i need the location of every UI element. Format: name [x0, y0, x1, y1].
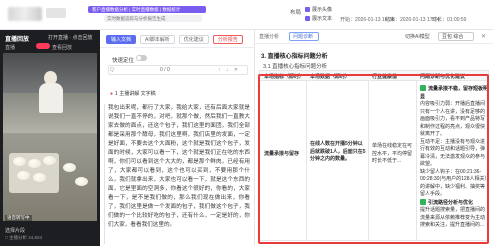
analysis-toolbar: 直播分析 问题诊断 切换AI模型 豆包 综合 ✕: [255, 30, 493, 44]
logo: [8, 7, 42, 21]
video-player[interactable]: [3, 53, 97, 221]
bun-image: [75, 177, 88, 186]
bun-image: [28, 159, 41, 168]
locate-toggle[interactable]: [136, 55, 147, 61]
anchor-stats: □ 主播分析 24,824: [5, 235, 42, 240]
live-label: 直播: [5, 45, 16, 51]
panel-subtitle[interactable]: 打开直播 · 点击回放: [48, 34, 92, 41]
live-badge: [36, 43, 50, 49]
bun-image: [17, 171, 30, 180]
option-label: 展示头像: [312, 7, 333, 13]
scroll-track[interactable]: [104, 104, 105, 244]
close-icon[interactable]: ✕: [481, 33, 486, 40]
model-switch-label: 切换AI模型: [405, 34, 430, 40]
layout-label: 布局: [290, 10, 302, 16]
logo-secondary: [46, 8, 66, 18]
checkbox-icon[interactable]: [305, 7, 310, 12]
model-select[interactable]: 豆包 综合: [438, 32, 474, 41]
transcribe-badge: 语音转写中: [5, 215, 32, 221]
view-replay-link[interactable]: 查看回放: [52, 44, 72, 51]
search-icon: Q: [110, 67, 114, 73]
bun-image: [43, 156, 56, 165]
section-subtitle: 3.1 直播核心指标问题分析: [263, 64, 328, 70]
show-avatar-toggle[interactable]: 展示头像: [305, 6, 332, 13]
transcript-text: 我包出来呢，都行了大家，我给大家，还有后面大家就是说我们一直不停的，对吧，就那个…: [108, 105, 250, 228]
locate-label: 快速定位: [112, 58, 135, 64]
bun-image: [63, 163, 76, 172]
highlight-frame: [258, 74, 489, 244]
diagnosis-select[interactable]: 问题诊断: [289, 32, 319, 41]
tab-suggestions[interactable]: 优化建议: [178, 35, 209, 44]
match-counter: 0 / 0: [160, 67, 170, 73]
announcement-sub: 实时数据追踪与分析报告生成: [104, 15, 202, 22]
tab-ai-script[interactable]: AI脚本解析: [140, 35, 175, 44]
divider: [100, 47, 255, 48]
transcript-panel: 输入文档 AI脚本解析 优化建议 分析报告 快速定位 Q 0 / 0 ↑ ↓ ✕…: [100, 30, 255, 246]
duration: 时长：01:00:59: [432, 17, 467, 23]
transcript-header-label: 1 主播讲解 文字稿: [115, 91, 156, 97]
tab-report[interactable]: 分析报告: [212, 35, 243, 44]
option-label: 展示文本: [312, 16, 333, 22]
analysis-panel: 直播分析 问题诊断 切换AI模型 豆包 综合 ✕ 3. 直播核心指标问题分析 3…: [255, 30, 493, 246]
checkbox-icon[interactable]: [305, 16, 310, 21]
show-text-toggle[interactable]: 展示文本: [305, 15, 332, 22]
tab-input-doc[interactable]: 输入文档: [106, 35, 137, 44]
tab-live-analysis[interactable]: 直播分析: [259, 33, 279, 40]
speaker-icon: ●: [110, 90, 114, 97]
clip-selector[interactable]: 选择片段: [5, 227, 25, 234]
transcript-header: ● 1 主播讲解 文字稿: [110, 90, 156, 98]
app-window: 客户直播数据分析 | 实时直播数据 | 数据统计 实时数据追踪与分析报告生成 布…: [0, 0, 493, 246]
bun-image: [33, 173, 46, 182]
replay-panel: 直播回放 打开直播 · 点击回放 直播 查看回放 语音转写中 选择片段 □ 主播…: [0, 30, 100, 246]
announcement-banner[interactable]: 客户直播数据分析 | 实时直播数据 | 数据统计: [88, 6, 206, 13]
bun-image: [13, 157, 26, 166]
search-nav-icons[interactable]: ↑ ↓ ✕: [218, 67, 240, 73]
chef-figure: [39, 83, 63, 113]
section-title: 3. 直播核心指标问题分析: [261, 54, 328, 60]
panel-title: 直播回放: [5, 37, 30, 43]
top-bar: 客户直播数据分析 | 实时直播数据 | 数据统计 实时数据追踪与分析报告生成 布…: [0, 0, 493, 30]
transcript-tabs: 输入文档 AI脚本解析 优化建议 分析报告: [106, 35, 243, 44]
